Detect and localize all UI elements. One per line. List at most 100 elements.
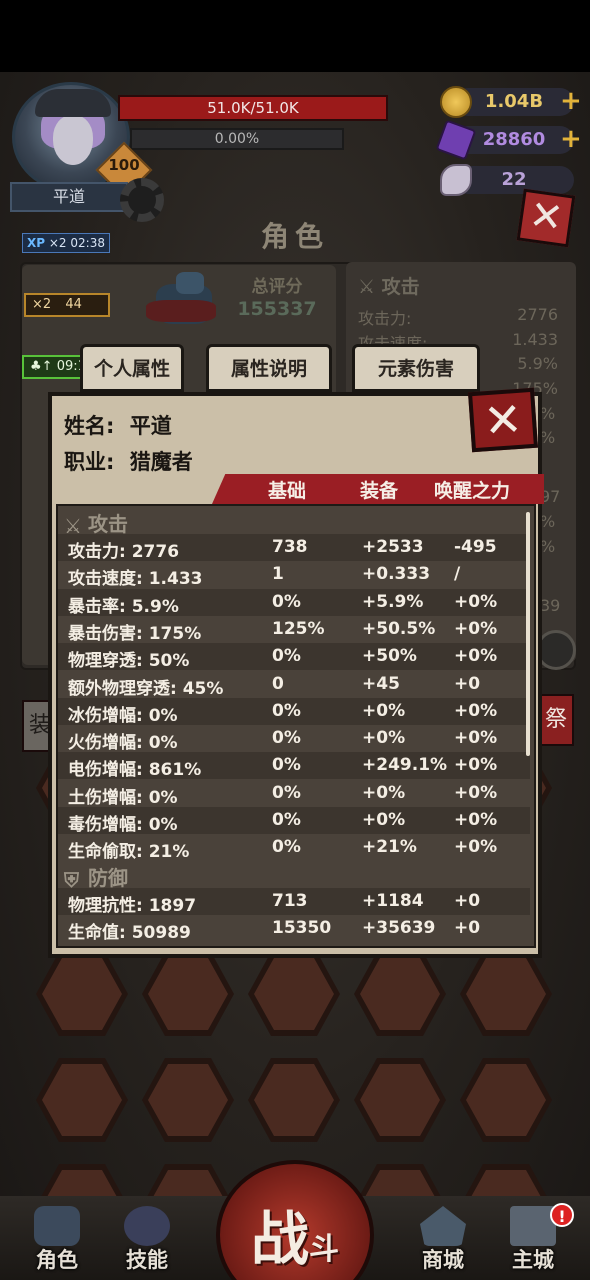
base-value: 0%: [272, 755, 301, 776]
attribute-table[interactable]: ⚔ 攻击 攻击力: 2776 738 +2533 -495 攻击速度: 1.433 1 +0.…: [56, 504, 536, 948]
skill-icon: [124, 1206, 170, 1246]
awakening-value: +0%: [454, 646, 498, 667]
close-popup-button[interactable]: ✕: [467, 387, 539, 453]
close-character-button[interactable]: ✕: [516, 188, 576, 248]
name-label: 姓名:: [64, 414, 115, 438]
bg-stat-value: 5.9%: [517, 354, 558, 373]
table-row: 土伤增幅: 0% 0% +0% +0%: [58, 780, 530, 808]
avatar-face: [53, 115, 93, 165]
horn-counter: 22: [440, 164, 586, 196]
stat-name-value: 物理抗性: 1897: [68, 896, 197, 916]
base-value: 0%: [272, 837, 301, 858]
table-row: 攻击速度: 1.433 1 +0.333 /: [58, 561, 530, 589]
equipment-value: +0.333: [362, 564, 431, 585]
stat-name-value: 电伤增幅: 861%: [68, 760, 202, 781]
bg-stat-fragment: %: [540, 428, 556, 447]
coin-icon: [440, 86, 472, 118]
gem-counter: 28860 +: [435, 119, 586, 161]
awakening-value: +0%: [454, 810, 498, 830]
table-row: 暴击伤害: 175% 125% +50.5% +0%: [58, 616, 530, 644]
class-value: 猎魔者: [129, 450, 193, 474]
equipment-value: +21%: [362, 837, 417, 858]
tab-personal-attributes[interactable]: 个人属性: [80, 344, 184, 392]
coin-boost-badge: ×2 44: [24, 293, 110, 317]
base-value: 713: [272, 891, 308, 911]
nav-skills[interactable]: 技能: [110, 1200, 184, 1276]
stat-name-value: 暴击伤害: 175%: [68, 623, 202, 644]
character-icon: [34, 1206, 80, 1246]
add-gem-button[interactable]: +: [560, 124, 582, 154]
score-label: 总评分: [251, 277, 303, 297]
coin-boost-value: 44: [65, 297, 82, 312]
equipment-value: +0%: [362, 728, 406, 749]
column-base: 基础: [268, 480, 307, 502]
table-row: 毒伤增幅: 0% 0% +0% +0%: [58, 807, 530, 835]
avatar-hat: [35, 89, 111, 117]
character-model: [146, 270, 220, 334]
name-row: 姓名: 平道: [64, 410, 172, 440]
bg-stat-row: 攻击力: 2776: [358, 305, 558, 329]
base-value: 1: [272, 564, 284, 585]
score-value: 155337: [237, 298, 317, 320]
column-awakening: 唤醒之力: [434, 480, 511, 502]
table-row: 电伤增幅: 861% 0% +249.1% +0%: [58, 752, 530, 781]
sacrifice-side-tab[interactable]: 祭: [538, 694, 574, 746]
table-scrollbar[interactable]: [526, 512, 530, 756]
base-value: 125%: [272, 618, 325, 639]
castle-icon: [510, 1206, 556, 1246]
stat-name-value: 物理穿透: 50%: [68, 651, 190, 672]
awakening-value: +0%: [454, 837, 498, 858]
class-row: 职业: 猎魔者: [64, 446, 193, 476]
player-name: 平道: [10, 182, 128, 212]
column-equipment: 装备: [360, 480, 399, 502]
awakening-value: +0: [454, 673, 481, 694]
clover-icon: ♣↑: [30, 359, 53, 374]
level-text: 100: [108, 156, 140, 174]
nav-skills-label: 技能: [126, 1248, 168, 1272]
base-value: 0%: [272, 591, 301, 612]
stat-name-value: 攻击力: 2776: [68, 542, 180, 562]
tab-attribute-description[interactable]: 属性说明: [206, 344, 332, 392]
add-gold-button[interactable]: +: [560, 86, 582, 116]
stat-name-value: 生命偷取: 21%: [68, 842, 190, 863]
base-value: 0%: [272, 728, 301, 749]
nav-character[interactable]: 角色: [20, 1200, 94, 1276]
awakening-value: +0%: [454, 700, 498, 721]
nav-character-label: 角色: [36, 1248, 78, 1272]
bg-stat-fragment: 39: [540, 596, 561, 615]
shield-icon: ⛨: [64, 868, 79, 892]
attack-section-title: 攻击: [88, 512, 128, 536]
search-icon[interactable]: [536, 630, 576, 670]
xp-boost-time: 02:38: [70, 236, 105, 250]
xp-boost-label: XP: [27, 236, 46, 250]
nav-shop[interactable]: 商城: [406, 1200, 480, 1276]
table-row: 物理抗性: 1897 713 +1184 +0: [58, 888, 530, 916]
tab-elemental-damage[interactable]: 元素伤害: [352, 344, 480, 392]
awakening-value: /: [454, 564, 461, 585]
base-value: 738: [272, 537, 308, 557]
awakening-value: -495: [454, 537, 497, 557]
xp-boost-badge: XP ×2 02:38: [22, 233, 110, 253]
defense-section-title: 防御: [88, 866, 128, 890]
stat-name-value: 土伤增幅: 0%: [68, 787, 178, 808]
base-value: 0%: [272, 810, 301, 830]
bg-stat-value: 2776: [517, 305, 558, 324]
awakening-value: +0%: [454, 618, 498, 639]
base-value: 0: [272, 673, 284, 694]
table-row: 生命偷取: 21% 0% +21% +0%: [58, 834, 530, 863]
stat-name-value: 冰伤增幅: 0%: [68, 705, 178, 726]
xp-boost-mult: ×2: [48, 236, 67, 250]
table-row: 火伤增幅: 0% 0% +0% +0%: [58, 725, 530, 753]
equipment-value: +50.5%: [362, 618, 436, 639]
awakening-value: +0: [454, 891, 481, 911]
equipment-value: +0%: [362, 810, 406, 830]
equipment-value: +35639: [362, 918, 436, 939]
awakening-value: +0: [454, 918, 481, 939]
attack-summary-header: ⚔ 攻击: [358, 272, 420, 299]
name-value: 平道: [129, 414, 172, 438]
attack-section-header: ⚔ 攻击: [64, 508, 128, 538]
coin-boost-mult: ×2: [32, 297, 52, 312]
table-row: 额外物理穿透: 45% 0 +45 +0: [58, 671, 530, 699]
bg-stat-fragment: %: [540, 537, 556, 556]
horn-icon: [440, 164, 472, 196]
